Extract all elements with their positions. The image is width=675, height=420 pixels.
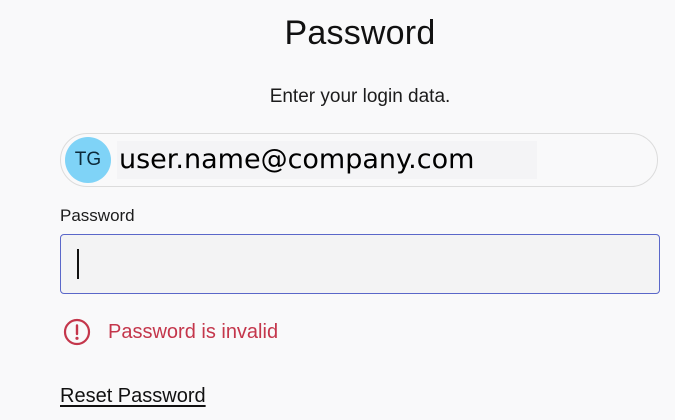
page-title: Password (284, 14, 436, 52)
avatar: TG (65, 137, 111, 183)
password-field-container[interactable] (60, 234, 660, 294)
password-label: Password (60, 206, 135, 225)
text-cursor (77, 249, 79, 279)
account-chip[interactable]: TG user.name@company.com (60, 133, 658, 187)
error-message-row: Password is invalid (63, 318, 278, 346)
error-text: Password is invalid (108, 320, 279, 343)
account-email: user.name@company.com (117, 141, 537, 179)
exclamation-circle-icon (63, 318, 91, 346)
password-input[interactable] (61, 235, 659, 293)
page-subtitle: Enter your login data. (269, 86, 451, 107)
reset-password-link[interactable]: Reset Password (60, 385, 206, 408)
